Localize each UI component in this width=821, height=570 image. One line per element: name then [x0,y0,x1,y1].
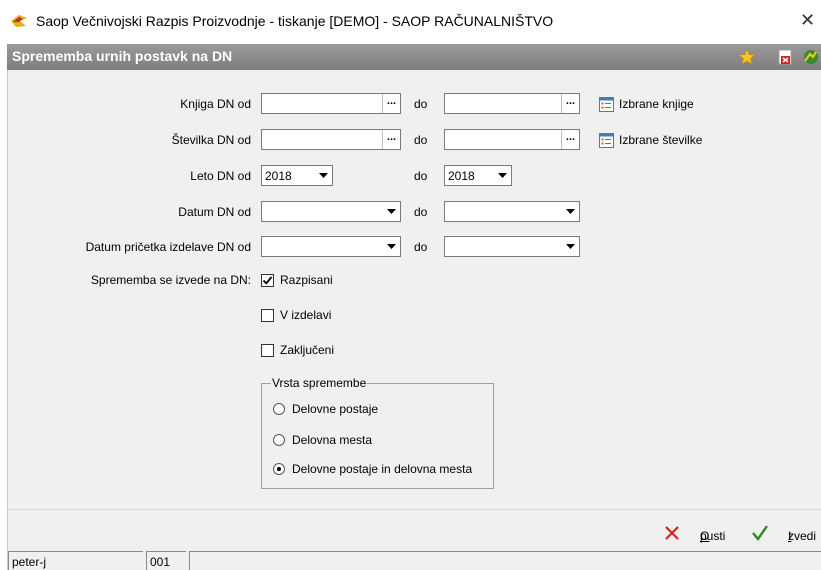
window-title: Saop Večnivojski Razpis Proizvodnje - ti… [36,13,554,29]
button-bar: Opusti Izvedi [7,509,821,549]
razpisani-checkbox[interactable] [261,274,274,287]
vrsta-spremembe-title: Vrsta spremembe [271,376,368,390]
datum-to-label: do [414,205,428,219]
status-user: peter-j [8,551,143,570]
title-bar: Saop Večnivojski Razpis Proizvodnje - ti… [0,0,821,44]
chevron-down-icon[interactable] [383,202,400,221]
status-bar: peter-j 001 [7,549,821,570]
form-panel: Knjiga DN od ... do ... Izbrane knjige Š… [7,70,821,509]
knjiga-from-field[interactable]: ... [261,93,401,114]
chevron-down-icon[interactable] [315,166,332,185]
opusti-button[interactable]: Opusti [664,525,728,543]
stevilka-from-browse-button[interactable]: ... [382,130,400,149]
izvedi-button[interactable]: Izvedi [752,525,816,543]
stevilka-to-label: do [414,133,428,147]
delovna-mesta-label: Delovna mesta [292,433,373,447]
leto-from-select[interactable]: 2018 [261,165,333,186]
stevilka-label: Številka DN od [171,133,251,147]
pdf-delete-icon[interactable] [776,48,794,66]
knjiga-from-browse-button[interactable]: ... [382,94,400,113]
stevilka-from-field[interactable]: ... [261,129,401,150]
chevron-down-icon[interactable] [494,166,511,185]
knjiga-to-browse-button[interactable]: ... [561,94,579,113]
datum-pricetka-label: Datum pričetka izdelave DN od [85,240,251,254]
knjiga-to-field[interactable]: ... [444,93,580,114]
status-message [189,551,821,570]
izbrane-stevilke-link[interactable]: Izbrane številke [619,133,702,147]
datum-to-select[interactable] [444,201,580,222]
razpisani-label: Razpisani [280,273,333,287]
v-izdelavi-label: V izdelavi [280,308,332,322]
checkmark-icon [752,525,768,541]
izbrane-knjige-link[interactable]: Izbrane knjige [619,97,694,111]
knjiga-label: Knjiga DN od [180,97,251,111]
delovne-postaje-label: Delovne postaje [292,402,379,416]
delovne-postaje-in-mesta-radio[interactable] [273,463,285,475]
datum-pricetka-to-select[interactable] [444,236,580,257]
delovne-postaje-radio[interactable] [273,403,285,415]
leto-to-select[interactable]: 2018 [444,165,512,186]
list-select-icon[interactable] [599,133,614,148]
vrsta-spremembe-group: Vrsta spremembe Delovne postaje Delovna … [261,376,494,489]
leto-label: Leto DN od [190,169,251,183]
datum-from-select[interactable] [261,201,401,222]
status-code: 001 [146,551,186,570]
sprememba-label: Sprememba se izvede na DN: [90,273,251,287]
zakljuceni-checkbox[interactable] [261,344,274,357]
leto-to-label: do [414,169,428,183]
close-icon[interactable]: ✕ [800,11,815,29]
chevron-down-icon[interactable] [562,237,579,256]
datum-pricetka-to-label: do [414,240,428,254]
delovne-postaje-in-mesta-label: Delovne postaje in delovna mesta [292,462,473,476]
chevron-down-icon[interactable] [562,202,579,221]
zakljuceni-label: Zaključeni [280,343,335,357]
exit-icon[interactable] [801,48,819,66]
datum-pricetka-from-select[interactable] [261,236,401,257]
cancel-x-icon [665,526,679,540]
chevron-down-icon[interactable] [383,237,400,256]
stevilka-to-field[interactable]: ... [444,129,580,150]
star-icon[interactable] [738,48,756,66]
v-izdelavi-checkbox[interactable] [261,309,274,322]
list-select-icon[interactable] [599,97,614,112]
datum-label: Datum DN od [178,205,251,219]
form-title: Sprememba urnih postavk na DN [12,48,233,64]
saop-logo-icon [11,15,27,27]
stevilka-to-browse-button[interactable]: ... [561,130,579,149]
knjiga-to-label: do [414,97,428,111]
delovna-mesta-radio[interactable] [273,434,285,446]
form-header: Sprememba urnih postavk na DN [7,44,821,70]
